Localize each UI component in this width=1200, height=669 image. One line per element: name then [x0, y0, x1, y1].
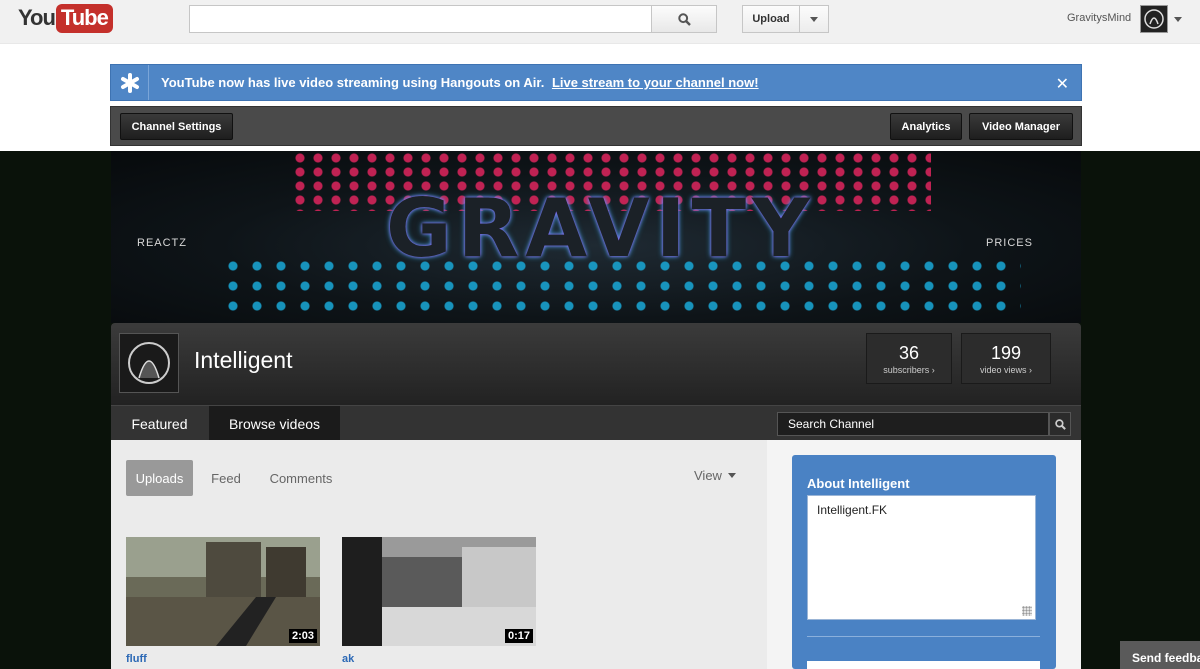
banner-title: GRAVITY — [386, 182, 816, 275]
masthead: You Tube Upload GravitysMind — [0, 0, 1200, 44]
search-input[interactable] — [189, 5, 652, 33]
channel-sidebar: About Intelligent Intelligent.FK — [767, 440, 1081, 669]
alert-message: YouTube now has live video streaming usi… — [161, 75, 759, 90]
channel-search-button[interactable] — [1049, 412, 1071, 436]
subscribers-stat[interactable]: 36 subscribers › — [866, 333, 952, 384]
close-icon[interactable]: ✕ — [1056, 74, 1069, 94]
view-menu[interactable]: View — [694, 468, 736, 483]
tab-comments[interactable]: Comments — [261, 460, 341, 496]
analytics-button[interactable]: Analytics — [890, 113, 962, 140]
account-menu-caret-icon[interactable] — [1174, 17, 1182, 22]
logo-you: You — [18, 5, 56, 30]
video-duration: 2:03 — [288, 629, 317, 643]
view-label: View — [694, 468, 722, 483]
search-icon — [677, 12, 691, 26]
chevron-down-icon — [810, 16, 818, 22]
channel-nav: Featured Browse videos Search Channel — [111, 405, 1081, 441]
uploads-panel: Uploads Feed Comments View 2:03 fluff 0:… — [111, 440, 767, 669]
video-views-stat[interactable]: 199 video views › — [961, 333, 1051, 384]
banner-left-label: REACTZ — [137, 237, 187, 249]
video-duration: 0:17 — [504, 629, 533, 643]
tab-uploads[interactable]: Uploads — [126, 460, 193, 496]
about-text: Intelligent.FK — [817, 503, 888, 517]
channel-header: Intelligent 36 subscribers › 199 video v… — [111, 323, 1081, 405]
alert-message-text: YouTube now has live video streaming usi… — [161, 75, 545, 90]
subscribers-count: 36 — [898, 343, 920, 363]
about-title: About Intelligent — [807, 476, 910, 491]
channel-settings-button[interactable]: Channel Settings — [120, 113, 233, 140]
video-thumbnail[interactable]: 0:17 — [342, 537, 536, 646]
divider — [807, 636, 1040, 637]
about-footer — [807, 661, 1040, 669]
username[interactable]: GravitysMind — [1067, 12, 1131, 24]
video-thumbnail[interactable]: 2:03 — [126, 537, 320, 646]
tab-featured[interactable]: Featured — [111, 406, 208, 441]
live-stream-alert: YouTube now has live video streaming usi… — [110, 64, 1082, 101]
search-icon — [1054, 418, 1066, 430]
resize-handle-icon[interactable] — [1022, 606, 1032, 616]
youtube-logo[interactable]: You Tube — [18, 3, 113, 33]
channel-owner-bar: Channel Settings Analytics Video Manager — [110, 106, 1082, 146]
about-box: About Intelligent Intelligent.FK — [792, 455, 1056, 669]
search-button[interactable] — [651, 5, 717, 33]
subscribers-label: subscribers › — [883, 365, 935, 375]
channel-avatar[interactable] — [119, 333, 179, 393]
user-avatar[interactable] — [1140, 5, 1168, 33]
video-title[interactable]: ak — [342, 653, 354, 665]
upload-menu-button[interactable] — [799, 5, 829, 33]
video-views-label: video views › — [979, 365, 1033, 375]
video-manager-button[interactable]: Video Manager — [969, 113, 1073, 140]
channel-search-input[interactable]: Search Channel — [777, 412, 1049, 436]
banner-right-label: PRICES — [986, 237, 1033, 249]
video-title[interactable]: fluff — [126, 653, 147, 665]
channel-banner: GRAVITY REACTZ PRICES — [111, 151, 1081, 323]
live-stream-link[interactable]: Live stream to your channel now! — [552, 75, 759, 90]
tab-browse-videos[interactable]: Browse videos — [209, 406, 340, 441]
logo-tube: Tube — [55, 3, 113, 33]
about-textarea[interactable]: Intelligent.FK — [807, 495, 1036, 620]
chevron-down-icon — [727, 473, 736, 478]
avatar-icon — [1144, 9, 1164, 29]
upload-button[interactable]: Upload — [742, 5, 800, 33]
video-views-count: 199 — [990, 343, 1022, 363]
channel-name: Intelligent — [194, 347, 293, 373]
tab-feed[interactable]: Feed — [203, 460, 249, 496]
asterisk-icon — [111, 65, 149, 100]
send-feedback-button[interactable]: Send feedback — [1120, 641, 1200, 669]
avatar-icon — [128, 342, 170, 384]
